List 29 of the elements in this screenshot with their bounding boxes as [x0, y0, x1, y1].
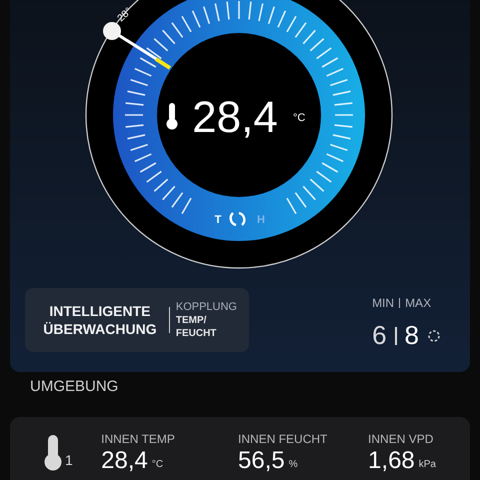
coupling-value: TEMP/ FEUCHT [176, 314, 218, 340]
loading-icon [427, 328, 441, 342]
sensor-card[interactable]: 1 INNEN TEMP 28,4 °C INNEN FEUCHT 56,5 % INNEN VPD 1,68 kPa [10, 416, 470, 480]
max-label: MAX [405, 295, 432, 312]
reading-unit: °C [152, 458, 164, 472]
max-value: 8 [404, 319, 419, 352]
reading-label: INNEN FEUCHT [238, 430, 328, 446]
reading-unit: % [288, 458, 298, 472]
reading-value: 28,4 [101, 446, 148, 474]
thermometer-icon [166, 103, 178, 130]
temperature-value: 28,4 [192, 93, 278, 142]
mode-toggle[interactable]: T [214, 214, 222, 226]
reading-label: INNEN VPD [368, 430, 434, 446]
min-label: MIN [372, 295, 394, 312]
reading-value: 56,5 [238, 446, 285, 474]
setpoint-label: 28° [116, 6, 134, 24]
coupling-label: KOPPLUNG [176, 300, 237, 314]
reading-unit: kPa [418, 458, 436, 472]
reading-value: 1,68 [368, 446, 415, 474]
section-heading: UMGEBUNG [30, 378, 118, 395]
thermometer-icon [44, 434, 62, 470]
setpoint-handle[interactable] [103, 22, 172, 70]
sensor-number: 1 [65, 450, 73, 470]
sync-icon[interactable] [230, 212, 246, 226]
smart-monitoring-card[interactable]: INTELLIGENTE ÜBERWACHUNG KOPPLUNG TEMP/ FEUCHT [25, 288, 249, 352]
temperature-unit: °C [293, 112, 306, 124]
min-value: 6 [372, 319, 387, 352]
smart-monitoring-title: INTELLIGENTE ÜBERWACHUNG [42, 302, 158, 338]
reading-label: INNEN TEMP [101, 430, 176, 446]
